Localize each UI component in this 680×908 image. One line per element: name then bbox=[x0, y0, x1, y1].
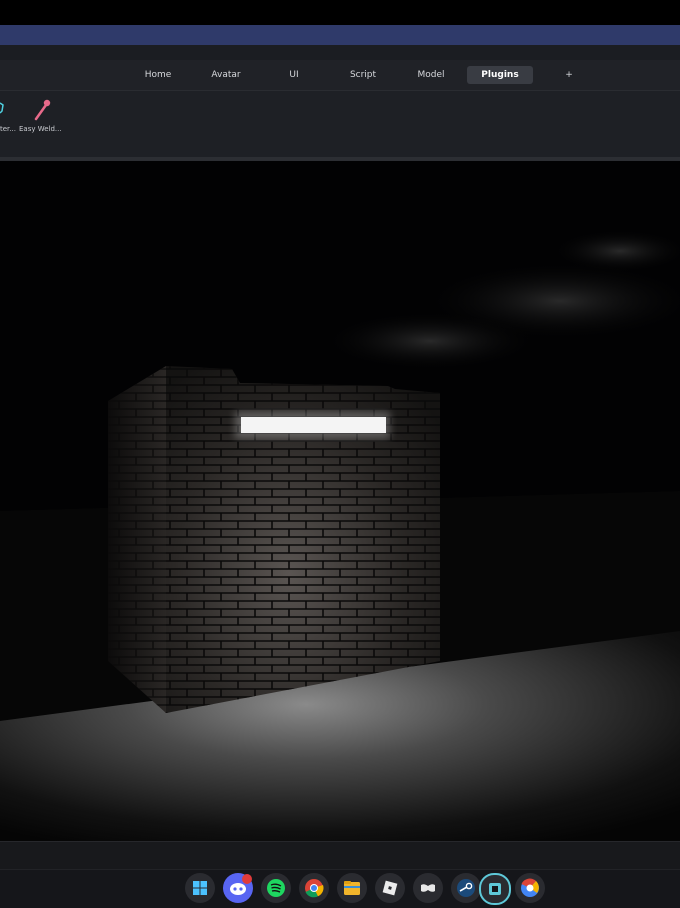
scene-render bbox=[0, 161, 680, 841]
tab-avatar[interactable]: Avatar bbox=[201, 66, 251, 84]
tab-model[interactable]: Model bbox=[408, 66, 454, 84]
file-explorer-icon[interactable] bbox=[337, 873, 367, 903]
chrome-alt-icon[interactable] bbox=[515, 873, 545, 903]
menu-bar bbox=[0, 45, 680, 60]
windows-start-icon[interactable] bbox=[185, 873, 215, 903]
3d-viewport[interactable] bbox=[0, 161, 680, 841]
discord-icon[interactable] bbox=[223, 873, 253, 903]
roblox-studio-icon[interactable] bbox=[479, 873, 511, 905]
tab-plugins[interactable]: Plugins bbox=[467, 66, 533, 84]
plugin-label: ter... bbox=[0, 125, 16, 133]
weld-icon bbox=[34, 99, 51, 121]
tab-ui[interactable]: UI bbox=[278, 66, 310, 84]
taskbar bbox=[0, 869, 680, 908]
ribbon-panel: ter... Easy Weld... bbox=[0, 91, 680, 157]
easy-weld-button[interactable]: Easy Weld... bbox=[18, 95, 68, 135]
plugin-icon bbox=[0, 102, 4, 114]
plugin-button-partial[interactable]: ter... bbox=[0, 95, 20, 135]
ribbon-tab-bar: Home Avatar UI Script Model Plugins + bbox=[0, 60, 680, 91]
chrome-icon[interactable] bbox=[299, 873, 329, 903]
tab-script[interactable]: Script bbox=[340, 66, 386, 84]
steam-icon[interactable] bbox=[451, 873, 481, 903]
spotify-icon[interactable] bbox=[261, 873, 291, 903]
tab-add[interactable]: + bbox=[558, 66, 580, 84]
roblox-icon[interactable] bbox=[375, 873, 405, 903]
screen-top-border bbox=[0, 0, 680, 25]
status-bar bbox=[0, 841, 680, 870]
game-icon[interactable] bbox=[413, 873, 443, 903]
easy-weld-label: Easy Weld... bbox=[19, 125, 62, 133]
title-bar bbox=[0, 25, 680, 45]
tab-home[interactable]: Home bbox=[136, 66, 180, 84]
